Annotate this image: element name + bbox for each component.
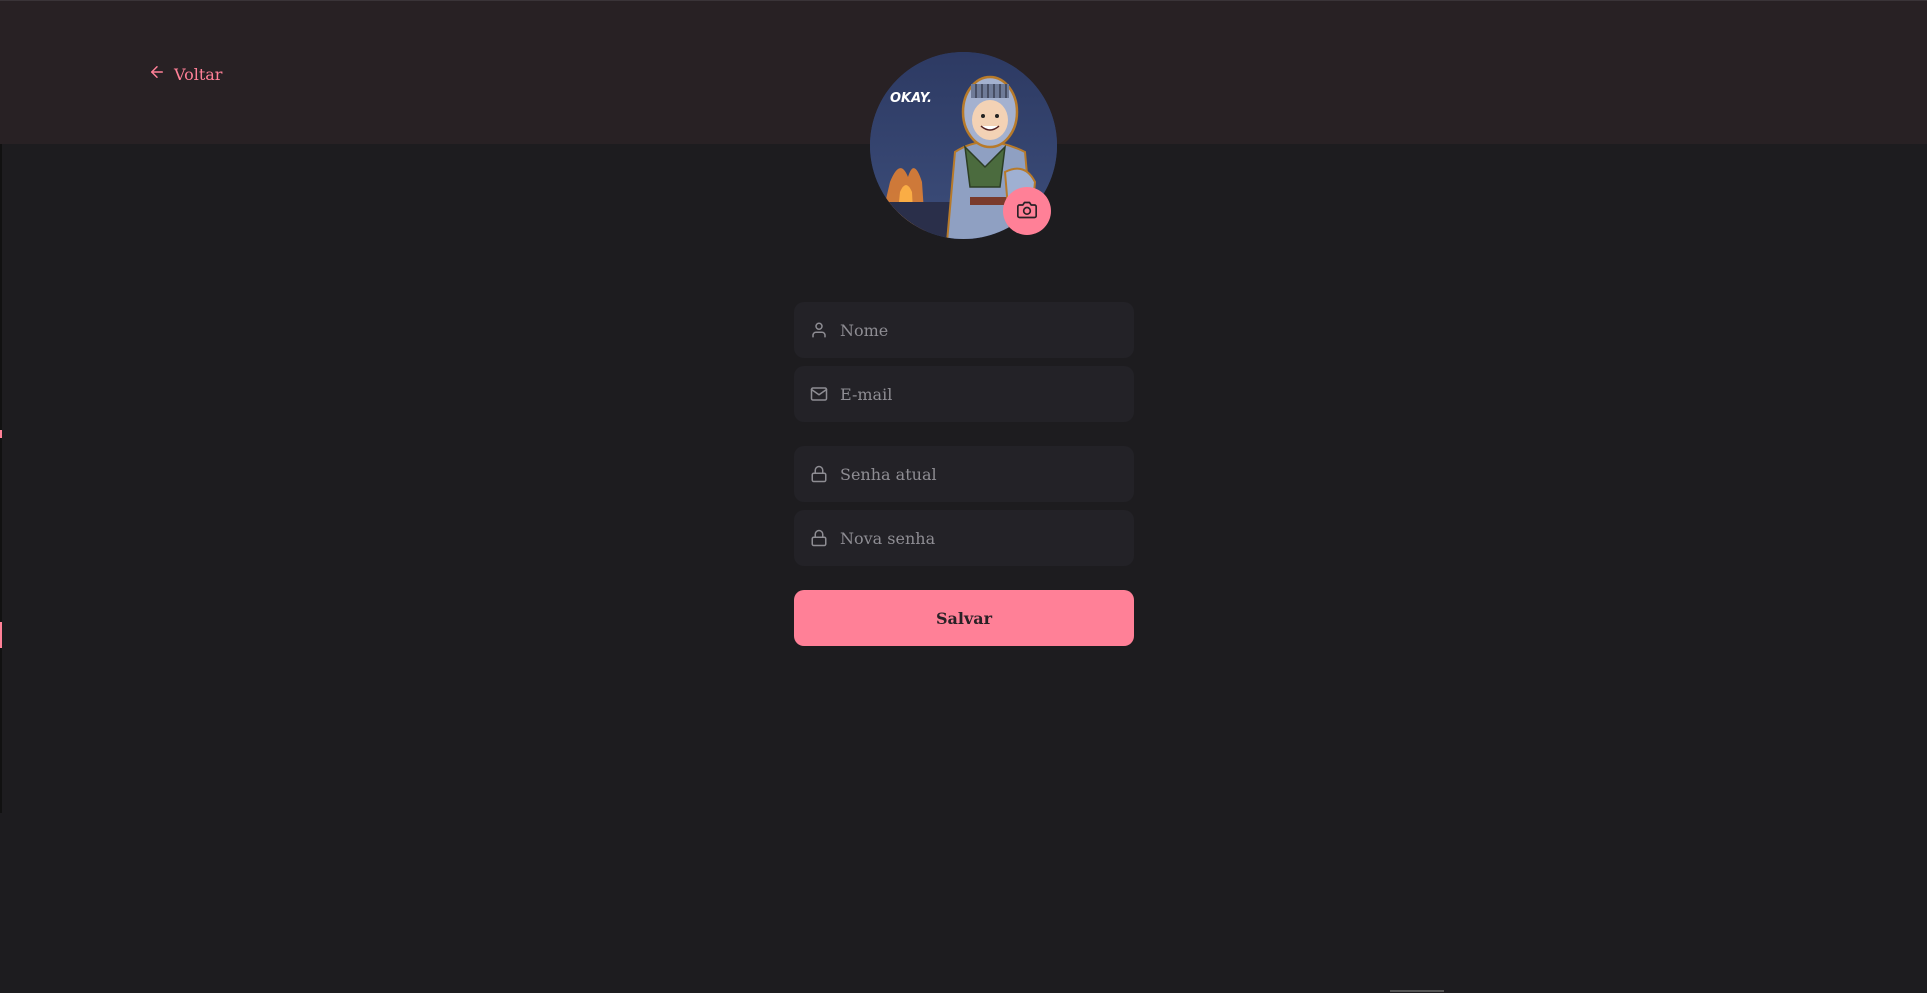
user-icon bbox=[810, 321, 828, 339]
mail-icon bbox=[810, 385, 828, 403]
avatar-speech-text: OKAY. bbox=[890, 91, 932, 106]
new-password-input[interactable] bbox=[828, 510, 1134, 566]
email-field bbox=[794, 366, 1134, 422]
current-password-field bbox=[794, 446, 1134, 502]
camera-icon bbox=[1017, 200, 1037, 223]
edge-mark bbox=[0, 622, 2, 648]
save-button[interactable]: Salvar bbox=[794, 590, 1134, 646]
profile-page: Voltar OKAY. Nome E-mail Salvar bbox=[0, 0, 1927, 993]
email-input[interactable] bbox=[828, 366, 1134, 422]
name-field bbox=[794, 302, 1134, 358]
name-input[interactable] bbox=[828, 302, 1134, 358]
profile-form: Salvar bbox=[794, 302, 1134, 646]
new-password-field bbox=[794, 510, 1134, 566]
current-password-input[interactable] bbox=[828, 446, 1134, 502]
back-link[interactable]: Voltar bbox=[148, 63, 222, 85]
avatar-container: OKAY. bbox=[870, 52, 1057, 239]
edge-mark bbox=[0, 430, 2, 438]
change-photo-button[interactable] bbox=[1003, 187, 1051, 235]
lock-icon bbox=[810, 465, 828, 483]
back-link-label: Voltar bbox=[174, 64, 223, 84]
arrow-left-icon bbox=[148, 63, 166, 85]
divider bbox=[1390, 990, 1444, 992]
lock-icon bbox=[810, 529, 828, 547]
